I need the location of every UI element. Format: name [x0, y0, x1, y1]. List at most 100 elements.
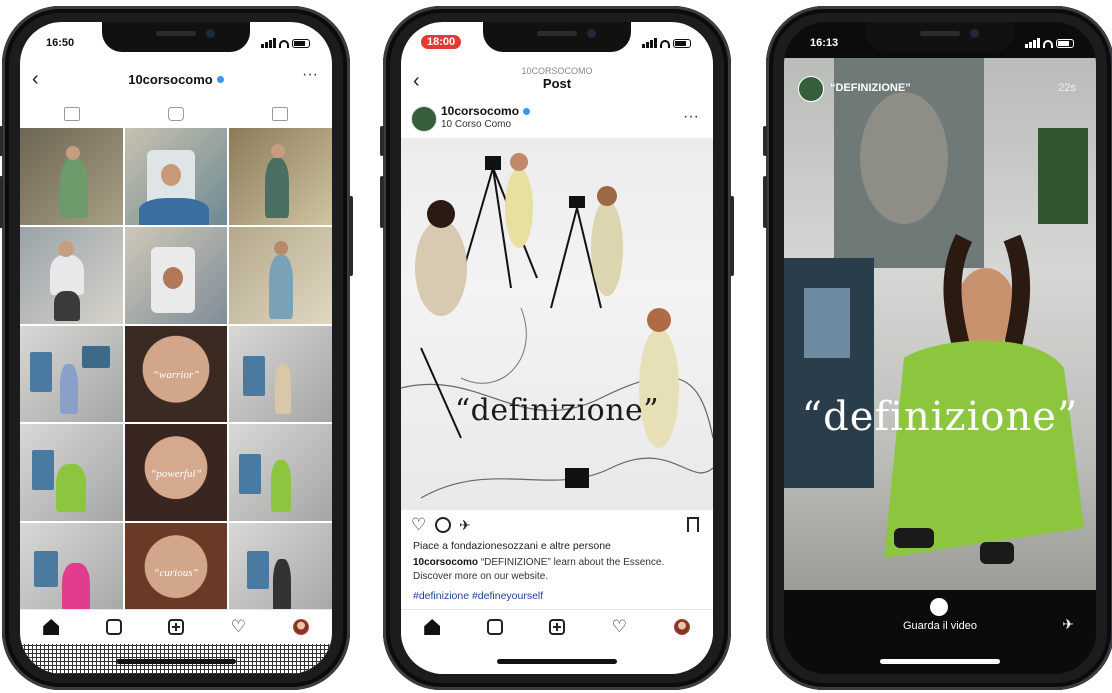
home-icon[interactable] — [43, 619, 60, 635]
likes-text[interactable]: Piace a fondazionesozzani e altre person… — [413, 540, 611, 552]
grid-overlay-text: “curious” — [153, 566, 199, 579]
watch-video-link[interactable]: Guarda il video — [784, 620, 1096, 632]
status-time: 16:13 — [810, 37, 839, 49]
grid-post[interactable] — [20, 226, 123, 324]
caption-username[interactable]: 10corsocomo — [413, 557, 478, 568]
home-indicator[interactable] — [497, 659, 617, 664]
status-bar: 16:50 — [20, 22, 332, 56]
like-heart-icon[interactable]: ♡ — [411, 516, 427, 533]
grid-post[interactable]: “curious” — [124, 523, 228, 620]
grid-post[interactable] — [20, 325, 123, 423]
back-arrow-icon[interactable]: ‹ — [413, 70, 420, 93]
status-bar: 18:00 — [401, 22, 713, 56]
new-post-icon[interactable] — [167, 619, 184, 635]
battery-icon — [292, 39, 310, 48]
phone-post: 18:00 ‹ 10CORSOCOMO Post 10corsocomo 10 … — [380, 6, 734, 690]
story-photo-illustration — [784, 58, 1088, 564]
story-screen: 16:13 “definizione” “DEFINIZIONE” 22s Gu… — [784, 22, 1096, 674]
grid-post[interactable]: “warrior” — [124, 325, 228, 423]
signal-icon — [1025, 38, 1040, 48]
more-options-icon[interactable]: ··· — [683, 108, 699, 126]
power-button — [730, 196, 734, 276]
grid-overlay-text: “warrior” — [152, 369, 200, 382]
phone-story: 16:13 “definizione” “DEFINIZIONE” 22s Gu… — [763, 6, 1112, 690]
swipe-up-chevron-icon[interactable] — [930, 598, 948, 616]
post-screen: 18:00 ‹ 10CORSOCOMO Post 10corsocomo 10 … — [401, 22, 713, 674]
profile-avatar-icon[interactable] — [673, 619, 690, 635]
reels-icon[interactable] — [486, 619, 503, 635]
grid-post[interactable] — [20, 523, 123, 620]
grid-post[interactable] — [124, 128, 228, 225]
grid-post[interactable] — [229, 523, 332, 620]
home-indicator[interactable] — [116, 659, 236, 664]
story-media[interactable]: “definizione” — [784, 58, 1096, 590]
status-time: 16:50 — [46, 37, 75, 49]
wifi-icon — [1043, 40, 1053, 48]
header-title: Post — [542, 75, 572, 91]
post-author-row: 10corsocomo 10 Corso Como ··· — [401, 102, 713, 138]
more-options-icon[interactable]: ··· — [302, 66, 318, 84]
story-title-text: “definizione” — [801, 394, 1079, 440]
phone-profile: 16:50 ‹ 10corsocomo ··· “warrior” “power… — [0, 6, 353, 690]
home-indicator[interactable] — [880, 659, 1000, 664]
mute-switch — [380, 126, 384, 156]
volume-up-button — [763, 176, 767, 228]
activity-heart-icon[interactable]: ♡ — [611, 618, 627, 635]
post-photo-illustration — [401, 153, 713, 499]
home-icon[interactable] — [424, 619, 441, 635]
activity-heart-icon[interactable]: ♡ — [230, 618, 246, 635]
bottom-tab-bar: ♡ — [401, 609, 713, 644]
wifi-icon — [279, 40, 289, 48]
post-caption: 10corsocomo “DEFINIZIONE” learn about th… — [413, 556, 705, 584]
header-username: 10CORSOCOMO — [521, 65, 593, 76]
grid-post[interactable] — [229, 128, 332, 225]
grid-post[interactable] — [20, 424, 123, 522]
profile-username: 10corsocomo — [128, 71, 213, 87]
volume-up-button — [380, 176, 384, 228]
grid-post[interactable] — [229, 325, 332, 423]
post-location[interactable]: 10 Corso Como — [441, 119, 511, 130]
post-hashtags[interactable]: #definizione #defineyourself — [413, 590, 543, 602]
bottom-tab-bar: ♡ — [20, 609, 332, 644]
signal-icon — [642, 38, 657, 48]
author-avatar[interactable] — [411, 106, 437, 132]
power-button — [349, 196, 353, 276]
grid-post[interactable] — [20, 128, 123, 225]
status-icons — [1025, 38, 1074, 48]
profile-avatar-icon[interactable] — [292, 619, 309, 635]
story-username[interactable]: “DEFINIZIONE” — [830, 82, 911, 94]
shop-tab-icon[interactable] — [168, 107, 184, 121]
share-icon[interactable]: ✈ — [459, 517, 475, 533]
status-icons — [642, 38, 691, 48]
tagged-tab-icon[interactable] — [272, 107, 288, 121]
new-post-icon[interactable] — [548, 619, 565, 635]
signal-icon — [261, 38, 276, 48]
igtv-tab-icon[interactable] — [64, 107, 80, 121]
status-bar: 16:13 — [784, 22, 1096, 56]
share-icon[interactable]: ✈ — [1062, 616, 1074, 633]
grid-overlay-text: “powerful” — [150, 467, 202, 480]
post-image[interactable]: “definizione” — [401, 138, 713, 510]
save-bookmark-icon[interactable] — [687, 517, 699, 532]
post-header: ‹ 10CORSOCOMO Post — [401, 60, 713, 96]
profile-header: ‹ 10corsocomo ··· — [20, 64, 332, 94]
wifi-icon — [660, 40, 670, 48]
reels-icon[interactable] — [105, 619, 122, 635]
battery-icon — [1056, 39, 1074, 48]
posts-grid: “warrior” “powerful” “curious” — [20, 128, 332, 620]
post-username[interactable]: 10corsocomo — [441, 104, 531, 118]
status-time-recording: 18:00 — [421, 35, 462, 49]
mute-switch — [0, 126, 3, 156]
story-timestamp: 22s — [1058, 82, 1076, 94]
grid-post[interactable]: “powerful” — [124, 424, 228, 522]
comment-icon[interactable] — [435, 517, 451, 533]
verified-badge-icon — [523, 108, 531, 115]
volume-up-button — [0, 176, 3, 228]
verified-badge-icon — [216, 75, 224, 83]
status-icons — [261, 38, 310, 48]
story-author-avatar[interactable] — [798, 76, 824, 102]
grid-post[interactable] — [229, 226, 332, 324]
grid-post[interactable] — [124, 226, 228, 324]
grid-post[interactable] — [229, 424, 332, 522]
back-arrow-icon[interactable]: ‹ — [32, 68, 39, 91]
